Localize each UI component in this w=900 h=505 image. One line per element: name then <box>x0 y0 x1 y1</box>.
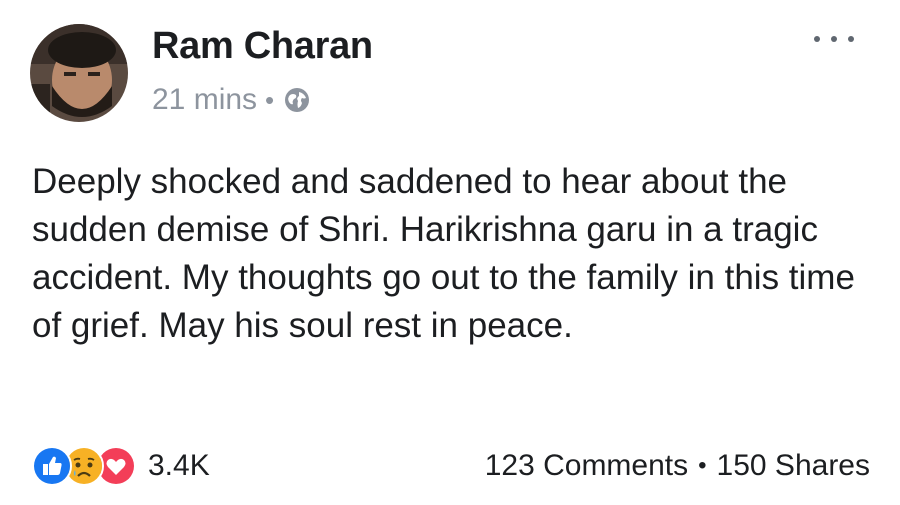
reactions-summary[interactable]: 3.4K <box>32 446 210 486</box>
post-stats: 123 Comments • 150 Shares <box>485 449 870 483</box>
globe-icon[interactable] <box>284 87 310 113</box>
facebook-post: Ram Charan 21 mins • Deeply shocked and … <box>0 0 900 505</box>
stats-separator: • <box>698 452 707 479</box>
author-name[interactable]: Ram Charan <box>152 24 373 68</box>
post-footer: 3.4K 123 Comments • 150 Shares <box>32 444 870 488</box>
avatar-image <box>30 24 128 122</box>
ellipsis-icon <box>814 36 820 42</box>
reaction-count: 3.4K <box>148 449 210 482</box>
post-timestamp[interactable]: 21 mins <box>152 83 257 117</box>
shares-count-link[interactable]: 150 Shares <box>717 449 870 483</box>
post-meta: 21 mins • <box>152 80 310 120</box>
like-icon <box>32 446 72 486</box>
post-text: Deeply shocked and saddened to hear abou… <box>32 162 855 345</box>
comments-count-link[interactable]: 123 Comments <box>485 449 688 483</box>
meta-separator: • <box>265 84 275 115</box>
author-avatar[interactable] <box>30 24 128 122</box>
more-options-button[interactable] <box>814 24 854 54</box>
